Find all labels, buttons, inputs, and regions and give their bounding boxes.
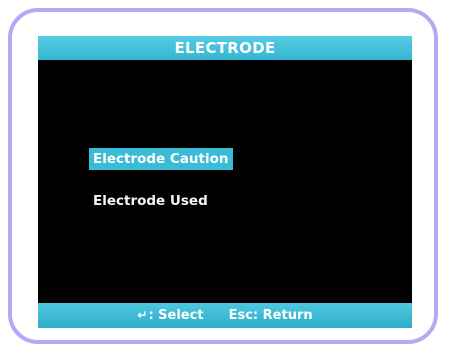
return-hint: Esc: Return — [228, 308, 313, 323]
enter-key-icon: ↵ — [137, 308, 148, 322]
select-hint: ↵: Select — [137, 303, 203, 328]
status-bar: ↵: Select Esc: Return — [38, 303, 412, 328]
menu-item-electrode-caution[interactable]: Electrode Caution — [89, 148, 233, 170]
device-screen: ELECTRODE Electrode Caution Electrode Us… — [38, 36, 412, 328]
screen-title: ELECTRODE — [38, 36, 412, 60]
select-hint-label: : Select — [148, 308, 204, 323]
menu-item-electrode-used[interactable]: Electrode Used — [89, 190, 212, 212]
electrode-menu: Electrode Caution Electrode Used — [89, 148, 309, 212]
